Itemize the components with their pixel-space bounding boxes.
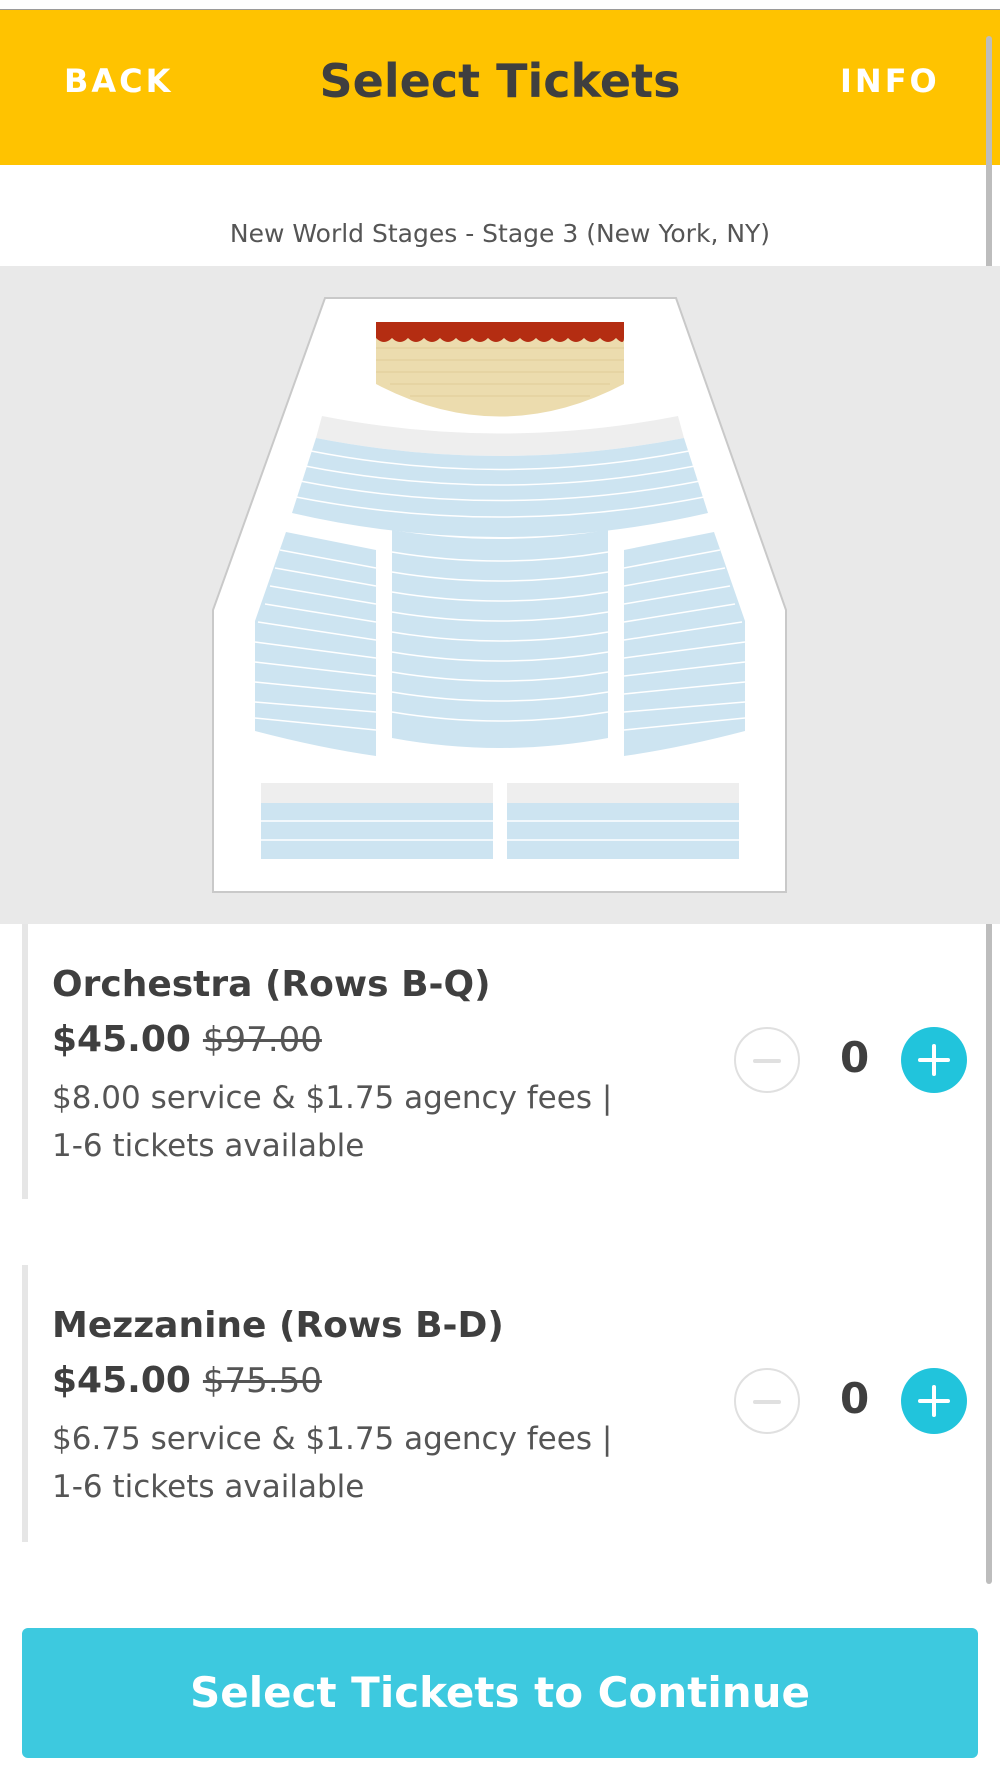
ticket-price: $45.00 xyxy=(52,1360,191,1401)
original-price: $75.50 xyxy=(202,1361,322,1401)
original-price: $97.00 xyxy=(202,1020,322,1060)
quantity-stepper: 0 xyxy=(728,1368,968,1438)
seating-map-graphic xyxy=(212,297,787,893)
mezzanine-right xyxy=(507,803,739,859)
venue-name: New World Stages - Stage 3 (New York, NY… xyxy=(229,219,771,248)
section-name: Mezzanine (Rows B-D) xyxy=(52,1305,504,1346)
ticket-price: $45.00 xyxy=(52,1019,191,1060)
minus-icon xyxy=(753,1400,781,1404)
mezzanine-left xyxy=(261,803,493,859)
decrease-quantity-button[interactable] xyxy=(734,1368,800,1434)
header-bar: BACK Select Tickets INFO xyxy=(0,10,1000,165)
seating-map[interactable] xyxy=(0,266,1000,924)
top-divider xyxy=(0,0,1000,10)
mezzanine-aisle-right xyxy=(507,783,739,803)
minus-icon xyxy=(753,1059,781,1063)
continue-button[interactable]: Select Tickets to Continue xyxy=(22,1628,978,1758)
increase-quantity-button[interactable] xyxy=(901,1027,967,1093)
quantity-value: 0 xyxy=(840,1033,870,1082)
info-button[interactable]: INFO xyxy=(840,62,940,100)
price-row: $45.00 $97.00 xyxy=(52,1019,322,1060)
quantity-stepper: 0 xyxy=(728,1027,968,1097)
fees-text: $6.75 service & $1.75 agency fees | 1-6 … xyxy=(52,1421,613,1505)
fees-text: $8.00 service & $1.75 agency fees | 1-6 … xyxy=(52,1080,613,1164)
price-row: $45.00 $75.50 xyxy=(52,1360,322,1401)
mezzanine-aisle-left xyxy=(261,783,493,803)
ticket-option-mezzanine: Mezzanine (Rows B-D) $45.00 $75.50 $6.75 … xyxy=(22,1265,968,1542)
orchestra-center xyxy=(392,530,608,748)
increase-quantity-button[interactable] xyxy=(901,1368,967,1434)
quantity-value: 0 xyxy=(840,1374,870,1423)
section-name: Orchestra (Rows B-Q) xyxy=(52,964,491,1005)
decrease-quantity-button[interactable] xyxy=(734,1027,800,1093)
stage-curtain xyxy=(376,322,624,338)
ticket-option-orchestra: Orchestra (Rows B-Q) $45.00 $97.00 $8.00 … xyxy=(22,924,968,1199)
